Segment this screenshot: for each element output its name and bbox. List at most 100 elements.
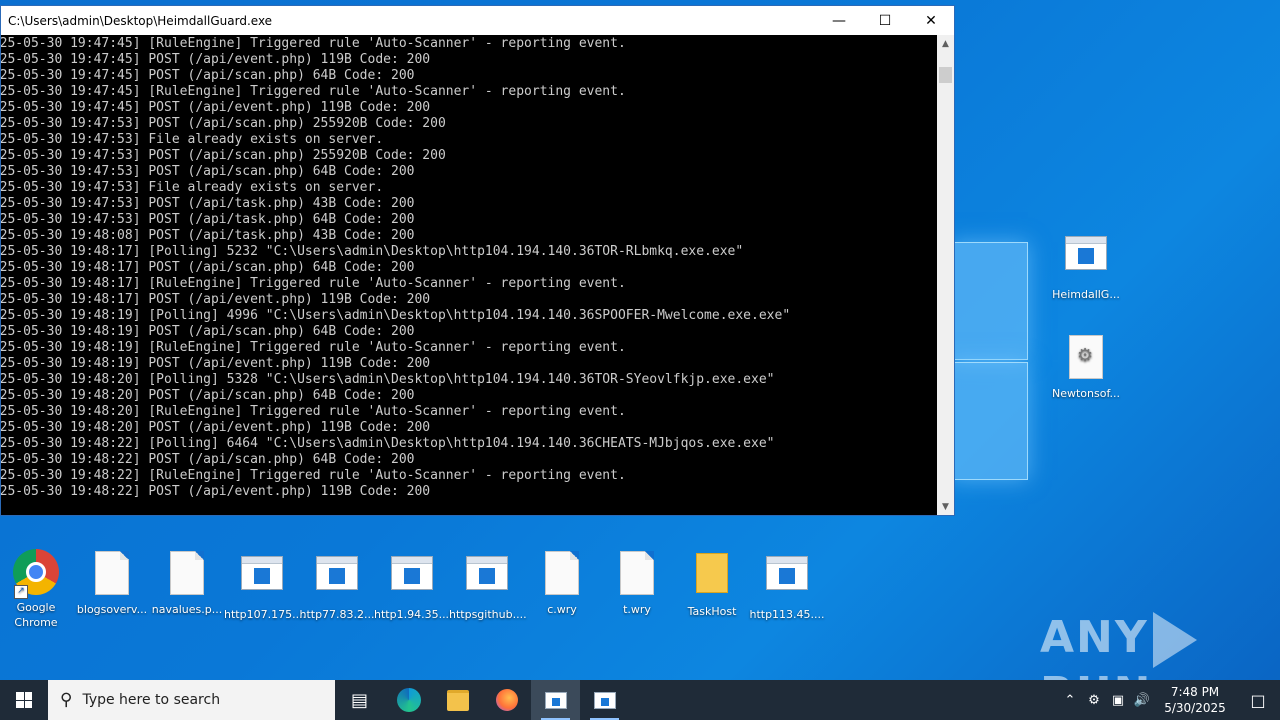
taskbar: ⚲ Type here to search ▤ ⌃ ⚙ ▣ 🔊 7:48 PM …: [0, 680, 1280, 720]
console-title: C:\Users\admin\Desktop\HeimdallGuard.exe: [8, 13, 273, 28]
exe-window-icon: [466, 556, 508, 590]
desktop-icon-label: http1.94.35....: [374, 608, 453, 621]
desktop-icon-label: navalues.p...: [151, 603, 223, 616]
console-line: 2025-05-30 19:48:22] [Polling] 6464 "C:\…: [1, 436, 775, 451]
console-line: 2025-05-30 19:48:19] POST (/api/event.ph…: [1, 356, 431, 371]
console-line: 2025-05-30 19:48:17] [RuleEngine] Trigge…: [1, 276, 626, 291]
desktop-icon-newtonsoft[interactable]: ⚙ Newtonsof...: [1048, 332, 1124, 401]
clock-date: 5/30/2025: [1164, 701, 1226, 715]
console-line: 2025-05-30 19:48:19] POST (/api/scan.php…: [1, 324, 415, 339]
security-icon[interactable]: ⚙: [1082, 693, 1106, 708]
volume-icon[interactable]: 🔊: [1130, 693, 1154, 708]
desktop-icon-http107[interactable]: http107.175....: [224, 548, 306, 622]
console-line: 2025-05-30 19:47:45] POST (/api/scan.php…: [1, 68, 415, 83]
search-icon: ⚲: [60, 690, 73, 710]
console-line: 2025-05-30 19:47:45] POST (/api/event.ph…: [1, 52, 431, 67]
console-line: 2025-05-30 19:47:45] POST (/api/event.ph…: [1, 100, 431, 115]
file-icon: [95, 551, 129, 595]
start-button[interactable]: [0, 680, 48, 720]
desktop-icon-label: t.wry: [623, 603, 651, 616]
close-button[interactable]: ✕: [908, 6, 954, 35]
folder-icon: [446, 689, 469, 711]
desktop-icon-httpsgithub[interactable]: httpsgithub....: [449, 548, 527, 622]
taskbar-console-app[interactable]: [531, 680, 580, 720]
file-icon: [545, 551, 579, 595]
desktop-icon-label: c.wry: [547, 603, 577, 616]
task-view-icon: ▤: [350, 689, 368, 711]
console-window[interactable]: C:\Users\admin\Desktop\HeimdallGuard.exe…: [0, 5, 955, 516]
minimize-button[interactable]: —: [816, 6, 862, 35]
desktop-icon-label: Newtonsof...: [1051, 387, 1121, 400]
exe-window-icon: [766, 556, 808, 590]
scrollbar-thumb[interactable]: [939, 67, 952, 83]
windows-wallpaper-logo: [950, 238, 1030, 482]
console-line: 2025-05-30 19:47:53] POST (/api/scan.php…: [1, 116, 446, 131]
console-line: 2025-05-30 19:48:17] POST (/api/event.ph…: [1, 292, 431, 307]
folder-icon: [696, 553, 728, 593]
play-icon: [1152, 612, 1197, 668]
console-line: 2025-05-30 19:48:08] POST (/api/task.php…: [1, 228, 415, 243]
console-line: 2025-05-30 19:48:17] [Polling] 5232 "C:\…: [1, 244, 744, 259]
desktop-icon-label: HeimdallG...: [1052, 288, 1120, 301]
console-line: 2025-05-30 19:47:53] File already exists…: [1, 180, 384, 195]
console-line: 2025-05-30 19:47:53] POST (/api/scan.php…: [1, 148, 446, 163]
search-placeholder: Type here to search: [82, 692, 221, 708]
taskbar-firefox[interactable]: [482, 680, 531, 720]
edge-icon: [396, 688, 421, 712]
taskbar-file-explorer[interactable]: [433, 680, 482, 720]
desktop-icon-navalues[interactable]: navalues.p...: [149, 548, 225, 617]
exe-window-icon: [593, 691, 616, 709]
exe-window-icon: [241, 556, 283, 590]
clock-time: 7:48 PM: [1170, 685, 1220, 699]
desktop-icon-t-wry[interactable]: t.wry: [599, 548, 675, 617]
shortcut-arrow-icon: ↗: [14, 585, 28, 599]
system-tray: ⌃ ⚙ ▣ 🔊 7:48 PM 5/30/2025 □: [1058, 680, 1280, 720]
console-line: 2025-05-30 19:48:20] [RuleEngine] Trigge…: [1, 404, 626, 419]
console-line: 2025-05-30 19:47:53] File already exists…: [1, 132, 384, 147]
console-titlebar[interactable]: C:\Users\admin\Desktop\HeimdallGuard.exe…: [1, 6, 954, 35]
file-icon: [170, 551, 204, 595]
console-line: 2025-05-30 19:47:45] [RuleEngine] Trigge…: [1, 36, 626, 51]
watermark-text-left: ANY: [1040, 612, 1149, 663]
desktop-icon-blogsoverv[interactable]: blogsoverv...: [74, 548, 150, 617]
console-line: 2025-05-30 19:48:20] POST (/api/event.ph…: [1, 420, 431, 435]
chevron-up-icon[interactable]: ⌃: [1058, 693, 1082, 708]
desktop-icon-taskhost[interactable]: TaskHost: [674, 548, 750, 619]
console-line: 2025-05-30 19:48:22] [RuleEngine] Trigge…: [1, 468, 626, 483]
desktop-icon-c-wry[interactable]: c.wry: [524, 548, 600, 617]
desktop-icon-google-chrome[interactable]: ↗ Google Chrome: [0, 548, 74, 630]
exe-window-icon: [391, 556, 433, 590]
firefox-icon: [495, 689, 518, 711]
clock[interactable]: 7:48 PM 5/30/2025: [1154, 684, 1236, 716]
scroll-up-arrow-icon[interactable]: ▲: [937, 35, 954, 52]
desktop-icon-label: http77.83.2...: [299, 608, 375, 621]
desktop-icon-label: TaskHost: [687, 605, 737, 618]
desktop-icon-http77[interactable]: http77.83.2...: [299, 548, 375, 622]
desktop-icon-http1[interactable]: http1.94.35....: [374, 548, 453, 622]
console-line: 2025-05-30 19:48:19] [RuleEngine] Trigge…: [1, 340, 626, 355]
exe-window-icon: [316, 556, 358, 590]
console-output[interactable]: 2025-05-30 19:47:45] [RuleEngine] Trigge…: [1, 35, 937, 515]
exe-window-icon: [1065, 236, 1107, 270]
desktop-icon-http113[interactable]: http113.45....: [749, 548, 825, 622]
desktop-icon-label: blogsoverv...: [76, 603, 148, 616]
console-line: 2025-05-30 19:47:53] POST (/api/scan.php…: [1, 164, 415, 179]
taskbar-search[interactable]: ⚲ Type here to search: [48, 680, 335, 720]
notification-icon[interactable]: □: [1236, 691, 1280, 710]
task-view-button[interactable]: ▤: [335, 680, 384, 720]
file-icon: [620, 551, 654, 595]
taskbar-edge[interactable]: [384, 680, 433, 720]
taskbar-app[interactable]: [580, 680, 629, 720]
desktop-icon-label: httpsgithub....: [449, 608, 527, 621]
scroll-down-arrow-icon[interactable]: ▼: [937, 498, 954, 515]
console-line: 2025-05-30 19:48:17] POST (/api/scan.php…: [1, 260, 415, 275]
console-scrollbar[interactable]: ▲ ▼: [937, 35, 954, 515]
network-icon[interactable]: ▣: [1106, 693, 1130, 708]
desktop-icon-heimdallguard[interactable]: HeimdallG...: [1048, 228, 1124, 302]
maximize-button[interactable]: ☐: [862, 6, 908, 35]
console-log: 2025-05-30 19:47:45] [RuleEngine] Trigge…: [1, 35, 937, 500]
console-app-icon: [544, 691, 567, 709]
desktop-icon-label: http113.45....: [749, 608, 825, 621]
settings-file-icon: ⚙: [1069, 335, 1103, 379]
console-line: 2025-05-30 19:48:22] POST (/api/event.ph…: [1, 484, 431, 499]
